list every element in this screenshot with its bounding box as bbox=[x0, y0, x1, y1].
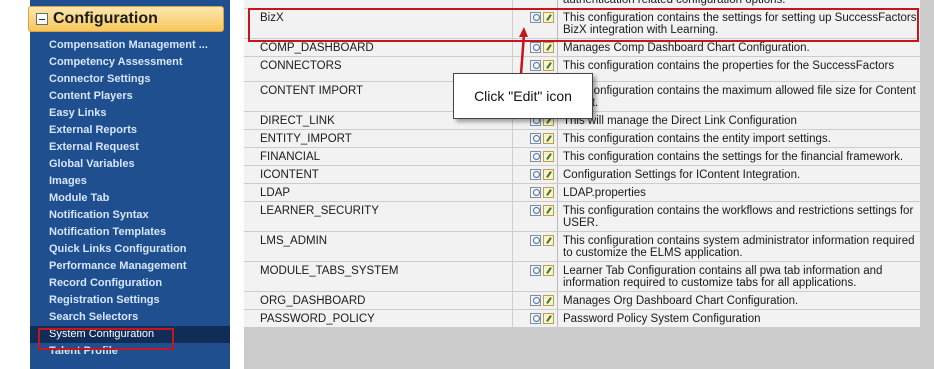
callout-pointer bbox=[519, 27, 528, 75]
callout-text: Click "Edit" icon bbox=[474, 88, 572, 104]
callout-box: Click "Edit" icon bbox=[453, 73, 593, 119]
